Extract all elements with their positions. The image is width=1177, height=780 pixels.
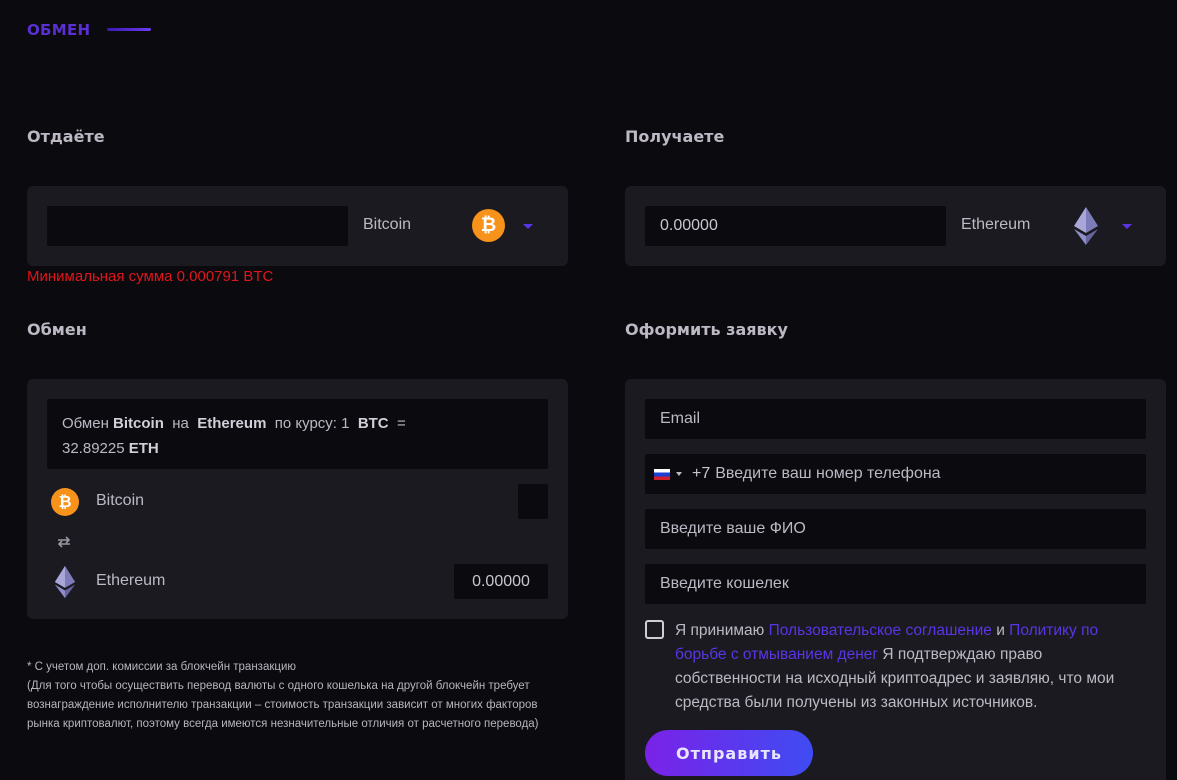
rate-to: Ethereum (197, 415, 267, 432)
email-placeholder: Email (660, 410, 701, 427)
exchange-from-value (518, 484, 548, 519)
user-agreement-link[interactable]: Пользовательское соглашение (769, 622, 992, 639)
ethereum-icon[interactable] (1073, 206, 1099, 246)
page-title: ОБМЕН (27, 21, 91, 39)
order-label: Оформить заявку (625, 320, 788, 339)
wallet-field[interactable]: Введите кошелек (645, 564, 1146, 604)
name-placeholder: Введите ваше ФИО (660, 520, 806, 537)
chevron-down-icon[interactable] (676, 472, 682, 476)
consent-pre: Я принимаю (675, 622, 765, 639)
commission-notes: * С учетом доп. комиссии за блокчейн тра… (27, 658, 587, 734)
email-field[interactable]: Email (645, 399, 1146, 439)
note-line: вознаграждение исполнителю транзакции – … (27, 699, 538, 711)
exchange-rate-box: Обмен Bitcoin на Ethereum по курсу: 1 BT… (47, 399, 548, 469)
chevron-down-icon[interactable] (523, 224, 533, 229)
consent-checkbox[interactable] (645, 620, 664, 639)
note-line: * С учетом доп. комиссии за блокчейн тра… (27, 661, 297, 673)
bitcoin-icon[interactable]: ₿ (472, 209, 505, 242)
exchange-to-value: 0.00000 (454, 564, 548, 599)
consent-and: и (996, 622, 1005, 639)
receive-currency-name[interactable]: Ethereum (961, 216, 1030, 234)
note-line: рынка криптовалют, поэтому всегда имеютс… (27, 718, 539, 730)
rate-on: на (172, 415, 189, 432)
give-amount-input[interactable] (47, 206, 348, 246)
phone-field[interactable]: +7 Введите ваш номер телефона (645, 454, 1146, 494)
ethereum-icon (54, 565, 76, 599)
title-underline (107, 28, 151, 31)
rate-to-code: ETH (128, 440, 159, 457)
bitcoin-icon: ₿ (51, 488, 79, 516)
exchange-label: Обмен (27, 320, 87, 339)
note-line: (Для того чтобы осуществить перевод валю… (27, 680, 530, 692)
russia-flag-icon[interactable] (654, 468, 670, 480)
phone-placeholder: Введите ваш номер телефона (715, 465, 941, 482)
give-card: Bitcoin ₿ (27, 186, 568, 266)
phone-code: +7 (692, 465, 711, 482)
rate-from: Bitcoin (113, 415, 164, 432)
receive-card: Ethereum (625, 186, 1166, 266)
chevron-down-icon[interactable] (1122, 224, 1132, 229)
give-label: Отдаёте (27, 127, 105, 146)
receive-label: Получаете (625, 127, 725, 146)
rate-prefix: Обмен (62, 415, 109, 432)
rate-eq: = (396, 415, 406, 432)
exchange-to-name: Ethereum (96, 572, 166, 589)
submit-button[interactable]: Отправить (645, 730, 813, 776)
receive-amount-input[interactable] (645, 206, 946, 246)
name-field[interactable]: Введите ваше ФИО (645, 509, 1146, 549)
swap-icon[interactable] (56, 535, 72, 549)
exchange-from-name: Bitcoin (96, 492, 145, 509)
wallet-placeholder: Введите кошелек (660, 575, 789, 592)
min-amount-error: Минимальная сумма 0.000791 BTC (27, 268, 274, 285)
rate-from-code: BTC (357, 415, 389, 432)
rate-value: 32.89225 (62, 440, 125, 457)
consent-text: Я принимаю Пользовательское соглашение и… (675, 619, 1145, 715)
rate-by-rate: по курсу: 1 (274, 415, 350, 432)
give-currency-name[interactable]: Bitcoin (363, 216, 411, 234)
